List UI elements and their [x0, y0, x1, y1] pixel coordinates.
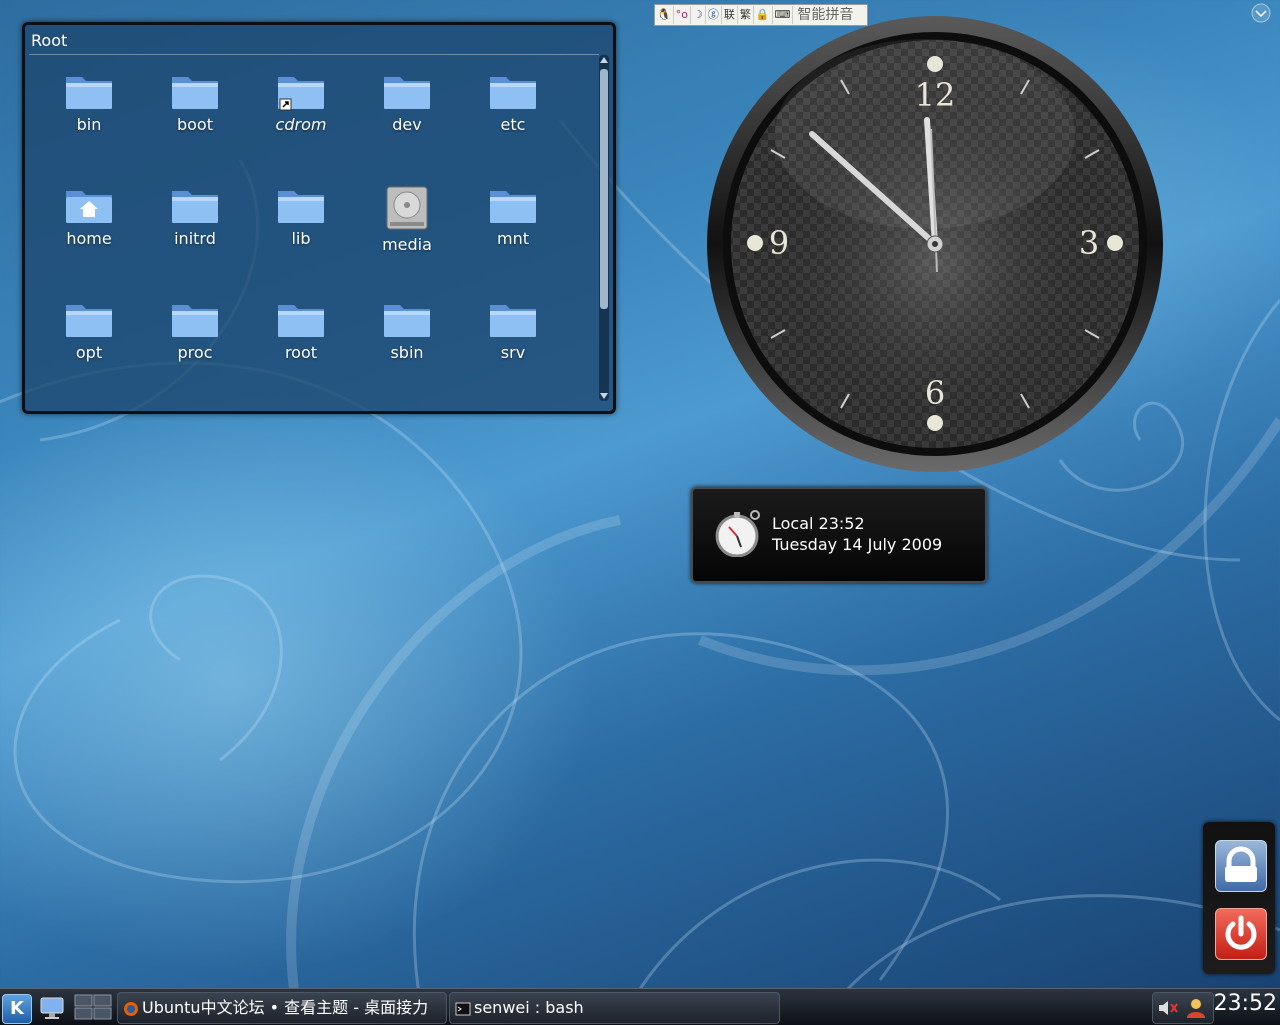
folder-label: opt: [75, 343, 103, 362]
user-icon[interactable]: [1185, 997, 1207, 1019]
folder-item-root[interactable]: root: [247, 289, 355, 389]
task-label: Ubuntu中文论坛 • 查看主题 - 桌面接力: [142, 998, 429, 1017]
folder-link-icon: [278, 77, 324, 111]
lock-icon: [1225, 846, 1257, 882]
volume-muted-icon[interactable]: [1157, 998, 1179, 1018]
folder-label: media: [382, 235, 432, 254]
clock-tooltip: Local 23:52 Tuesday 14 July 2009: [691, 487, 987, 583]
stopwatch-icon: [715, 510, 760, 557]
folder-item-media[interactable]: media: [353, 175, 461, 275]
task-firefox[interactable]: Ubuntu中文论坛 • 查看主题 - 桌面接力: [117, 992, 447, 1024]
folder-icon: [384, 77, 430, 109]
power-icon: [1225, 915, 1257, 950]
folder-item-cdrom[interactable]: cdrom: [247, 61, 355, 161]
folder-label: initrd: [174, 229, 216, 248]
folder-view-widget[interactable]: Root bin boot cdrom dev etc home initrd …: [22, 22, 616, 414]
folder-label: mnt: [497, 229, 529, 248]
folder-item-bin[interactable]: bin: [35, 61, 143, 161]
folder-label: bin: [76, 115, 102, 134]
folder-icon: [490, 191, 536, 223]
folder-item-dev[interactable]: dev: [353, 61, 461, 161]
folder-label: etc: [500, 115, 526, 134]
system-tray: [1152, 992, 1214, 1024]
folder-label: cdrom: [275, 115, 327, 134]
folder-item-home[interactable]: home: [35, 175, 143, 275]
home-folder-icon: [66, 191, 112, 223]
folder-view-divider: [29, 54, 599, 55]
kmenu-button[interactable]: K: [2, 994, 32, 1024]
task-terminal[interactable]: senwei : bash: [449, 992, 780, 1024]
folder-label: srv: [500, 343, 526, 362]
folder-icon: [66, 305, 112, 337]
folder-label: home: [66, 229, 112, 248]
pager-icon[interactable]: [74, 994, 112, 1020]
firefox-icon: [124, 1001, 138, 1016]
desktop-toolbox-icon[interactable]: [1250, 2, 1272, 24]
folder-icon: [490, 77, 536, 109]
folder-label: root: [284, 343, 318, 362]
folder-label: sbin: [390, 343, 424, 362]
folder-view-scrollbar[interactable]: [599, 55, 609, 401]
clock-numeral-3: 3: [1079, 224, 1099, 262]
folder-icon: [278, 305, 324, 337]
task-label: senwei : bash: [474, 998, 584, 1017]
folder-icon: [66, 77, 112, 109]
hard-drive-icon: [386, 186, 428, 230]
lock-logout-widget: [1203, 822, 1275, 974]
folder-icon: [172, 77, 218, 109]
clock-numeral-12: 12: [915, 76, 956, 114]
scrollbar-thumb[interactable]: [600, 69, 608, 309]
fullwidth-icon[interactable]: ☽: [691, 6, 706, 24]
clock-numeral-9: 9: [769, 224, 789, 262]
show-desktop-icon[interactable]: [38, 994, 66, 1022]
folder-icon: [172, 305, 218, 337]
folder-icon: [490, 305, 536, 337]
taskbar: K Ubuntu中文论坛 • 查看主题 - 桌面接力 senwei : bash…: [0, 988, 1280, 1025]
folder-item-boot[interactable]: boot: [141, 61, 249, 161]
terminal-icon: [455, 1002, 471, 1015]
folder-item-lib[interactable]: lib: [247, 175, 355, 275]
folder-item-mnt[interactable]: mnt: [459, 175, 567, 275]
folder-item-proc[interactable]: proc: [141, 289, 249, 389]
folder-label: lib: [291, 229, 311, 248]
tooltip-date: Tuesday 14 July 2009: [772, 535, 943, 554]
clock-numeral-6: 6: [925, 374, 945, 412]
analog-clock[interactable]: 12 3 6 9: [705, 14, 1165, 474]
folder-icon: [278, 191, 324, 223]
logout-button[interactable]: [1215, 908, 1267, 960]
taskbar-clock[interactable]: 23:52: [1214, 991, 1277, 1016]
penguin-icon[interactable]: 🐧: [655, 6, 674, 24]
folder-label: proc: [177, 343, 213, 362]
scroll-up-icon[interactable]: [600, 57, 608, 63]
folder-item-srv[interactable]: srv: [459, 289, 567, 389]
folder-item-opt[interactable]: opt: [35, 289, 143, 389]
punctuation-icon[interactable]: °o: [674, 6, 691, 24]
folder-icon: [384, 305, 430, 337]
folder-item-initrd[interactable]: initrd: [141, 175, 249, 275]
folder-item-etc[interactable]: etc: [459, 61, 567, 161]
folder-label: boot: [176, 115, 213, 134]
folder-view-title: Root: [31, 31, 68, 50]
folder-label: dev: [392, 115, 422, 134]
scroll-down-icon[interactable]: [600, 393, 608, 399]
folder-item-sbin[interactable]: sbin: [353, 289, 461, 389]
folder-icon: [172, 191, 218, 223]
lock-screen-button[interactable]: [1215, 840, 1267, 892]
tooltip-local-time: Local 23:52: [772, 514, 865, 533]
